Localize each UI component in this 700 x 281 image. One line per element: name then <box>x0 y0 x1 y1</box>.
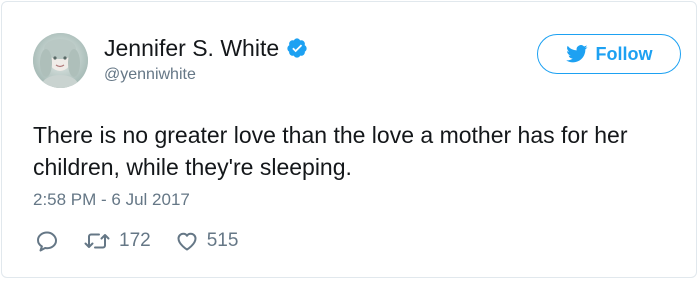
tweet-timestamp[interactable]: 2:58 PM - 6 Jul 2017 <box>33 189 190 211</box>
reply-button[interactable] <box>35 229 59 253</box>
tweet-actions: 172 515 <box>35 228 238 254</box>
author-handle[interactable]: @yenniwhite <box>104 65 196 85</box>
follow-button-label: Follow <box>595 43 653 64</box>
verified-badge-icon <box>286 37 308 59</box>
avatar[interactable] <box>33 33 88 88</box>
like-button[interactable]: 515 <box>175 229 239 253</box>
twitter-bird-icon <box>565 45 588 63</box>
author-name-row: Jennifer S. White <box>104 34 308 62</box>
retweet-button[interactable]: 172 <box>83 229 151 253</box>
retweet-count: 172 <box>119 230 151 251</box>
follow-button[interactable]: Follow <box>537 34 681 74</box>
author-display-name[interactable]: Jennifer S. White <box>104 34 279 62</box>
retweet-icon <box>83 229 111 253</box>
reply-icon <box>35 229 59 253</box>
tweet-card: Jennifer S. White @yenniwhite Follow The… <box>1 1 697 278</box>
tweet-text: There is no greater love than the love a… <box>33 122 628 180</box>
heart-icon <box>175 229 199 253</box>
like-count: 515 <box>206 230 239 251</box>
